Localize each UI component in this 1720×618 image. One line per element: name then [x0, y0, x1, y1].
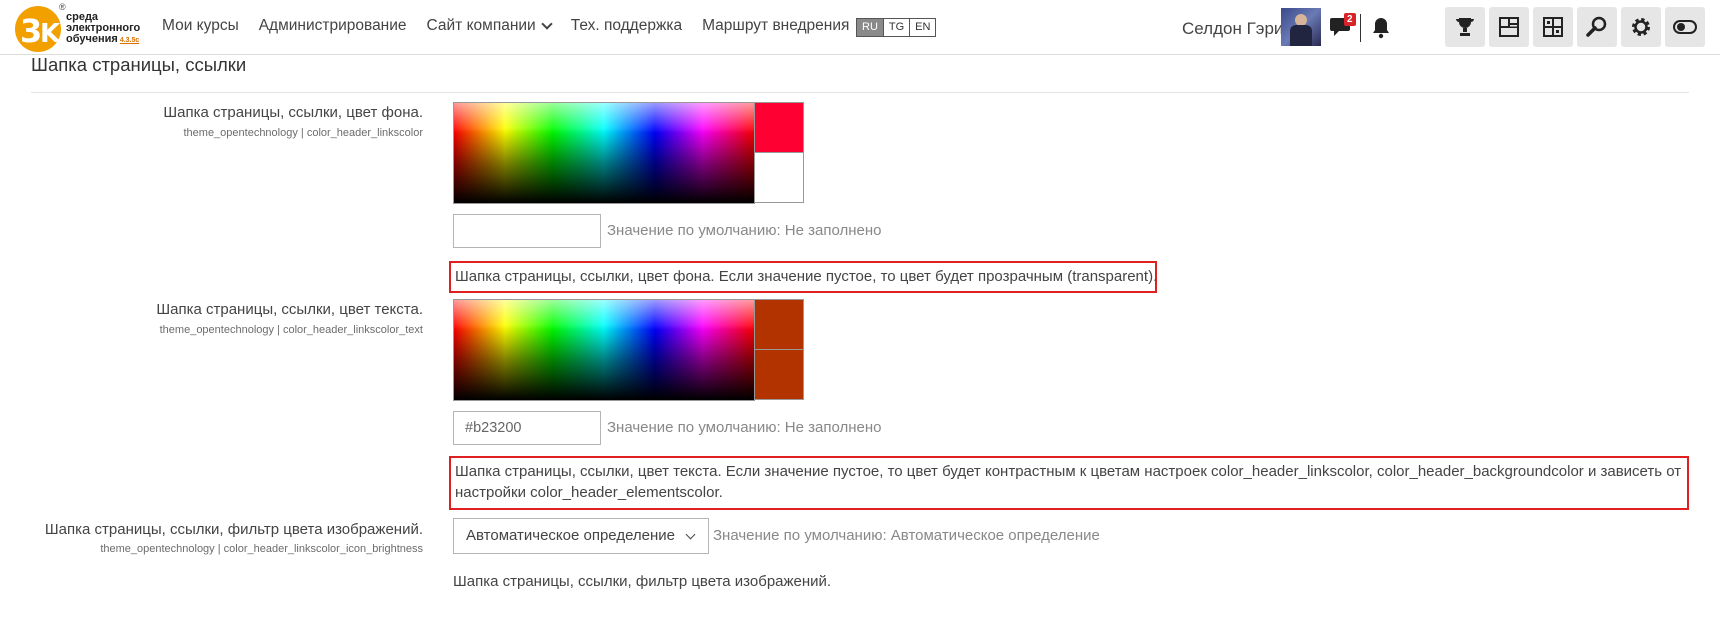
setting-description: Шапка страницы, ссылки, фильтр цвета изо… — [453, 573, 832, 590]
layout-button[interactable] — [1533, 7, 1573, 47]
default-value-text: Значение по умолчанию: Не заполнено — [607, 222, 882, 239]
svg-text:K: K — [40, 19, 61, 49]
select-value: Автоматическое определение — [466, 527, 676, 544]
messages-badge: 2 — [1344, 13, 1356, 26]
color-spectrum[interactable] — [453, 102, 755, 204]
theme-toggle-button[interactable] — [1665, 7, 1705, 47]
svg-text:3: 3 — [20, 12, 42, 50]
trophy-icon — [1456, 18, 1474, 36]
language-switcher: RU TG EN — [856, 18, 937, 37]
setting-text-key: theme_opentechnology | color_header_link… — [159, 324, 423, 336]
user-name[interactable]: Селдон Гэри — [1182, 19, 1283, 39]
top-navbar: 3 K ® среда электронного обучения 4.3.5c … — [0, 0, 1720, 55]
color-text-input[interactable] — [453, 411, 601, 445]
swatch-current — [754, 102, 804, 153]
color-bg-input[interactable] — [453, 214, 601, 248]
settings-button[interactable] — [1621, 7, 1661, 47]
section-title: Шапка страницы, ссылки — [31, 54, 247, 75]
setting-description: Шапка страницы, ссылки, цвет фона. Если … — [449, 261, 1157, 293]
logo-version: 4.3.5c — [119, 37, 140, 44]
bell-icon[interactable] — [1370, 15, 1392, 39]
default-value-text: Значение по умолчанию: Не заполнено — [607, 419, 882, 436]
swatch-current — [754, 299, 804, 350]
default-value-text: Значение по умолчанию: Автоматическое оп… — [713, 527, 1100, 544]
logo[interactable]: 3 K ® среда электронного обучения 4.3.5c — [14, 2, 144, 52]
setting-text-title: Шапка страницы, ссылки, цвет текста. — [156, 301, 423, 318]
setting-bg-title: Шапка страницы, ссылки, цвет фона. — [163, 104, 423, 121]
swatch-preview — [754, 349, 804, 400]
section-divider — [31, 92, 1689, 93]
chevron-down-icon — [685, 529, 696, 540]
setting-filter-key: theme_opentechnology | color_header_link… — [100, 543, 423, 555]
nav-company-site[interactable]: Сайт компании — [426, 17, 553, 35]
nav-administration[interactable]: Администрирование — [259, 17, 407, 35]
dashboard-icon — [1499, 17, 1519, 37]
gear-icon — [1632, 18, 1650, 36]
color-spectrum[interactable] — [453, 299, 755, 401]
swatch-preview — [754, 152, 804, 203]
lang-tg[interactable]: TG — [884, 19, 911, 36]
chevron-down-icon — [541, 18, 553, 30]
nav-company-site-label: Сайт компании — [426, 17, 536, 34]
logo-line-3: обучения — [66, 33, 118, 45]
avatar[interactable] — [1281, 8, 1321, 46]
dashboard-button[interactable] — [1489, 7, 1529, 47]
search-icon — [1586, 16, 1607, 37]
logo-text: среда электронного обучения 4.3.5c — [66, 12, 140, 46]
toggle-icon — [1673, 20, 1697, 34]
nav-implementation-route[interactable]: Маршрут внедрения — [702, 17, 849, 35]
header-divider — [1360, 14, 1361, 42]
setting-description: Шапка страницы, ссылки, цвет текста. Есл… — [449, 456, 1689, 510]
layout-icon — [1543, 17, 1563, 37]
search-button[interactable] — [1577, 7, 1617, 47]
brightness-select[interactable]: Автоматическое определение — [453, 518, 709, 554]
color-picker-text[interactable] — [453, 299, 804, 401]
main-nav: Мои курсы Администрирование Сайт компани… — [162, 17, 869, 35]
nav-my-courses[interactable]: Мои курсы — [162, 17, 239, 35]
trophy-button[interactable] — [1445, 7, 1485, 47]
logo-reg-mark: ® — [59, 2, 66, 12]
nav-support[interactable]: Тех. поддержка — [571, 17, 682, 35]
color-picker-bg[interactable] — [453, 102, 804, 204]
setting-filter-title: Шапка страницы, ссылки, фильтр цвета изо… — [44, 521, 423, 538]
lang-en[interactable]: EN — [910, 19, 935, 36]
lang-ru[interactable]: RU — [857, 19, 884, 36]
setting-bg-key: theme_opentechnology | color_header_link… — [183, 127, 423, 139]
